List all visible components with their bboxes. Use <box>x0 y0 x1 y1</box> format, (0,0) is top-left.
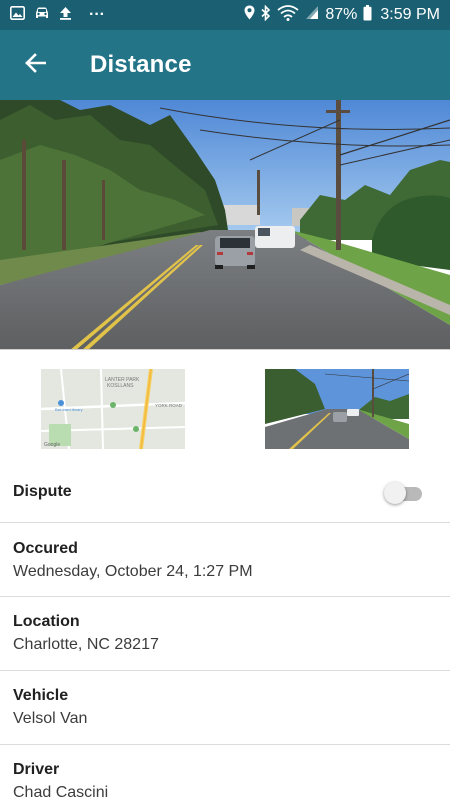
toggle-thumb <box>384 482 406 504</box>
status-time: 3:59 PM <box>380 6 440 23</box>
battery-percent: 87% <box>325 6 358 23</box>
vehicle-row[interactable]: Vehicle Velsol Van <box>0 671 450 745</box>
driver-label: Driver <box>13 761 60 778</box>
svg-text:KOSLLANS: KOSLLANS <box>107 383 134 389</box>
driver-value: Chad Cascini <box>13 784 109 800</box>
bluetooth-icon <box>261 4 271 26</box>
page-title: Distance <box>90 51 192 78</box>
media-thumbnails: LANTER PARK KOSLLANS YORK ROAD Bar-bard … <box>0 350 450 462</box>
status-bar: ··· 87% 3:59 PM <box>0 0 450 30</box>
event-photo[interactable] <box>0 100 450 350</box>
location-row[interactable]: Location Charlotte, NC 28217 <box>0 597 450 671</box>
occurred-row: Occured Wednesday, October 24, 1:27 PM <box>0 523 450 597</box>
dispute-row: Dispute <box>0 462 450 523</box>
driver-row[interactable]: Driver Chad Cascini <box>0 745 450 800</box>
map-thumbnail[interactable]: LANTER PARK KOSLLANS YORK ROAD Bar-bard … <box>41 369 185 449</box>
occurred-label: Occured <box>13 540 78 557</box>
map-road-label: YORK ROAD <box>155 403 183 408</box>
occurred-value: Wednesday, October 24, 1:27 PM <box>13 563 253 580</box>
location-pin-icon <box>244 5 255 25</box>
arrow-back-icon <box>24 52 47 79</box>
car-icon <box>34 6 50 25</box>
vehicle-label: Vehicle <box>13 687 69 704</box>
status-right: 87% 3:59 PM <box>244 4 440 26</box>
street-thumbnail-image <box>265 369 409 449</box>
map-poi-label: Bar-bard library <box>55 407 83 412</box>
image-icon <box>10 5 25 25</box>
dispute-toggle[interactable] <box>384 482 424 504</box>
battery-icon <box>363 4 372 26</box>
upload-icon <box>59 6 72 25</box>
location-label: Location <box>13 613 80 630</box>
wifi-icon <box>277 4 299 26</box>
photo-thumbnail[interactable] <box>265 369 409 449</box>
app-bar: Distance <box>0 30 450 100</box>
dispute-label: Dispute <box>13 483 72 500</box>
svg-text:Google: Google <box>44 442 60 448</box>
status-left: ··· <box>10 5 105 25</box>
street-scene-image <box>0 100 450 349</box>
map-image: LANTER PARK KOSLLANS YORK ROAD Bar-bard … <box>41 369 185 449</box>
vehicle-value: Velsol Van <box>13 710 88 727</box>
more-notifications: ··· <box>89 6 105 23</box>
signal-icon <box>305 5 319 25</box>
location-value: Charlotte, NC 28217 <box>13 636 159 653</box>
back-button[interactable] <box>0 30 70 100</box>
